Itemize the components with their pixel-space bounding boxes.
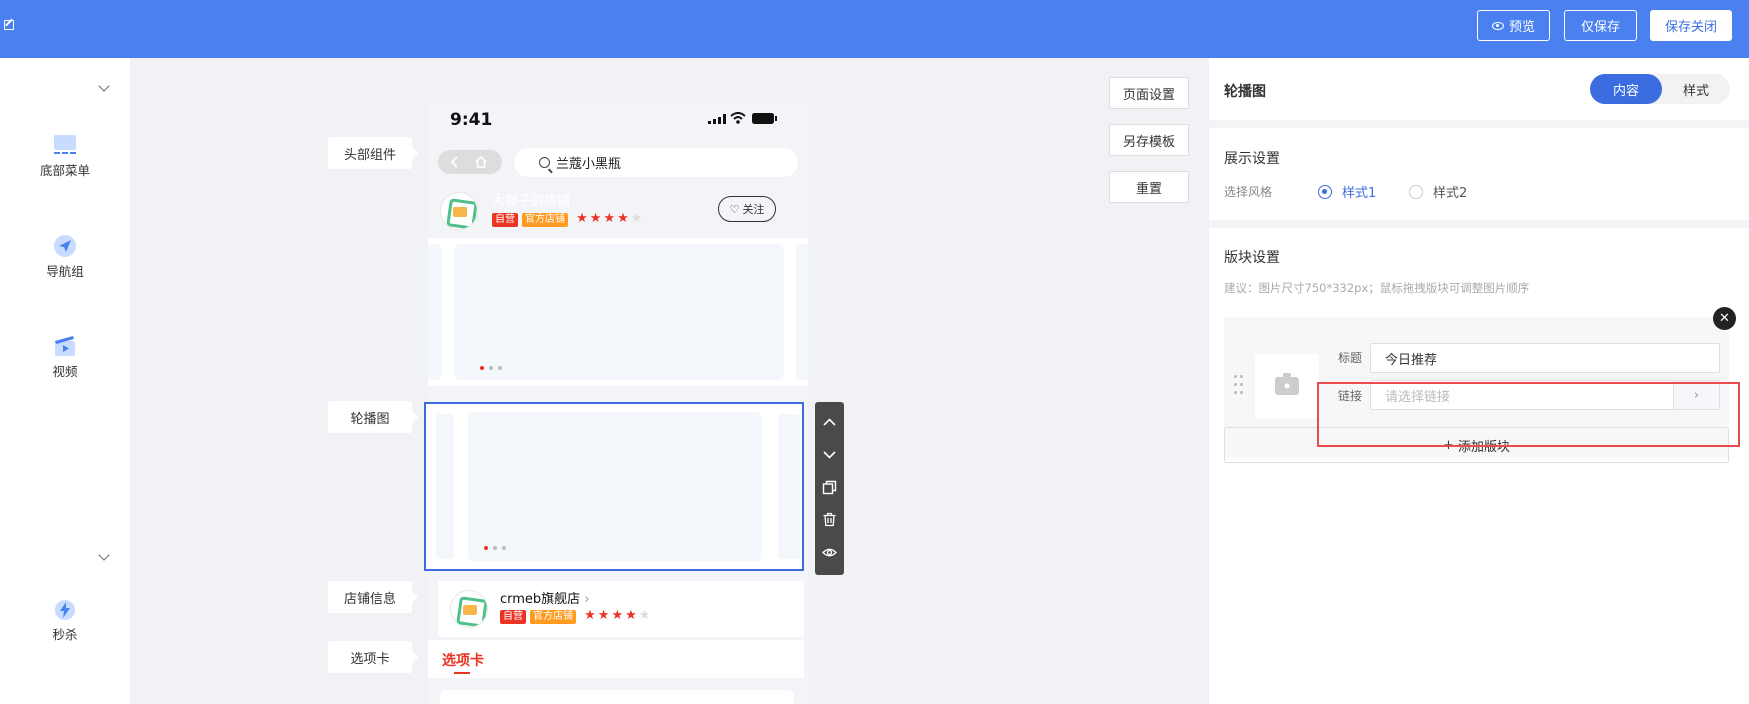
settings-panel: 轮播图 内容 样式 展示设置 选择风格 样式1 样式2 版块设置 建议：图片尺寸…: [1209, 58, 1749, 704]
style-2-label[interactable]: 样式2: [1433, 182, 1467, 201]
style-label: 选择风格: [1224, 185, 1273, 199]
carousel-dots: [484, 546, 506, 550]
heart-icon: ♡: [729, 202, 740, 216]
official-store-badge: 官方店铺: [522, 213, 568, 227]
block-settings-heading: 版块设置: [1224, 250, 1280, 266]
store-rating: ★★★★★: [576, 211, 644, 226]
back-icon[interactable]: [448, 155, 462, 169]
product-card: [440, 690, 794, 704]
label-tabs[interactable]: 选项卡: [328, 641, 418, 673]
sidebar-item-flash-sale[interactable]: 秒杀: [0, 598, 130, 643]
block-toolbar: [815, 402, 844, 575]
edit-icon[interactable]: [4, 20, 14, 30]
self-operated-badge: 自营: [500, 610, 526, 624]
header-banner: [428, 238, 808, 386]
style-2-radio[interactable]: [1409, 185, 1423, 199]
label-carousel[interactable]: 轮播图: [328, 401, 418, 433]
store-rating: ★★★★★: [584, 608, 652, 623]
banner-slide: [468, 412, 762, 561]
star-icon: ★: [576, 211, 590, 226]
follow-button[interactable]: ♡ 关注: [718, 196, 776, 222]
size-hint: 建议：图片尺寸750*332px；鼠标拖拽版块可调整图片顺序: [1224, 281, 1530, 295]
official-store-badge: 官方店铺: [530, 610, 576, 624]
chevron-down-icon[interactable]: [98, 80, 110, 92]
panel-title: 轮播图: [1224, 84, 1266, 100]
camera-icon: [1275, 373, 1299, 395]
store-logo: [450, 590, 488, 628]
banner-slide: [454, 244, 784, 380]
selected-carousel-block[interactable]: [424, 402, 804, 571]
status-time: 9:41: [450, 110, 493, 130]
search-icon: [539, 157, 550, 168]
star-icon: ★: [611, 608, 626, 623]
navigation-icon: [53, 235, 77, 257]
delete-icon[interactable]: [822, 512, 837, 527]
title-input[interactable]: 今日推荐: [1370, 343, 1720, 373]
copy-icon[interactable]: [822, 480, 837, 495]
label-header-component[interactable]: 头部组件: [328, 137, 418, 169]
component-sidebar: 底部菜单 导航组 视频 秒杀: [0, 58, 130, 704]
sidebar-item-navigation[interactable]: 导航组: [0, 235, 130, 280]
reset-button[interactable]: 重置: [1109, 171, 1189, 203]
star-icon: ★: [589, 211, 604, 226]
close-icon[interactable]: ✕: [1713, 307, 1736, 330]
style-1-label[interactable]: 样式1: [1342, 182, 1376, 201]
sidebar-item-label: 导航组: [46, 264, 84, 279]
save-only-button[interactable]: 仅保存: [1564, 10, 1637, 41]
chevron-down-icon[interactable]: [98, 549, 110, 561]
store-name: crmeb旗舰店: [500, 592, 581, 607]
sidebar-item-label: 视频: [52, 364, 78, 379]
top-bar: 预览 仅保存 保存关闭: [0, 0, 1749, 58]
tabs-block[interactable]: 选项卡: [428, 640, 804, 678]
home-icon[interactable]: [474, 155, 488, 169]
sidebar-item-label: 底部菜单: [39, 163, 90, 178]
sidebar-item-bottom-menu[interactable]: 底部菜单: [0, 134, 130, 179]
video-icon: [53, 335, 77, 357]
phone-preview: 9:41 兰蔻小黑瓶 大猴子的店铺 自营 官方店铺 ★★★★★ ♡ 关注 crmeb…: [428, 98, 808, 704]
highlight-box: [1317, 382, 1740, 447]
save-close-button[interactable]: 保存关闭: [1650, 10, 1732, 41]
drag-handle-icon[interactable]: [1234, 375, 1244, 397]
status-bar: 9:41: [428, 98, 808, 138]
eye-icon: [1491, 21, 1504, 30]
title-field-label: 标题: [1338, 351, 1363, 365]
self-operated-badge: 自营: [492, 213, 518, 227]
carousel-dots: [480, 366, 502, 370]
label-store-info[interactable]: 店铺信息: [328, 581, 418, 613]
star-icon: ★: [625, 608, 639, 623]
battery-icon: [752, 113, 777, 124]
tab-underline: [454, 672, 470, 674]
star-icon: ★: [630, 211, 645, 226]
search-text: 兰蔻小黑瓶: [556, 157, 622, 172]
move-down-icon[interactable]: [822, 447, 837, 462]
bottom-menu-icon: [53, 134, 77, 156]
sidebar-item-video[interactable]: 视频: [0, 335, 130, 380]
save-as-template-button[interactable]: 另存模板: [1109, 124, 1189, 156]
star-icon: ★: [617, 211, 631, 226]
flash-sale-icon: [53, 598, 77, 620]
tab-style[interactable]: 样式: [1662, 74, 1730, 104]
star-icon: ★: [597, 608, 612, 623]
header-store-row: 大猴子的店铺 自营 官方店铺 ★★★★★ ♡ 关注: [440, 190, 800, 236]
store-logo: [440, 192, 478, 230]
star-icon: ★: [638, 608, 653, 623]
preview-button[interactable]: 预览: [1477, 10, 1550, 41]
panel-tab-switch: 内容 样式: [1590, 74, 1730, 104]
signal-icon: [708, 114, 726, 124]
wifi-icon: [730, 112, 746, 124]
eye-icon[interactable]: [822, 545, 837, 560]
search-bar[interactable]: 兰蔻小黑瓶: [514, 148, 798, 177]
star-icon: ★: [603, 211, 618, 226]
tab-label[interactable]: 选项卡: [442, 650, 484, 670]
star-icon: ★: [584, 608, 598, 623]
page-settings-button[interactable]: 页面设置: [1109, 77, 1189, 109]
store-name: 大猴子的店铺: [492, 194, 571, 209]
move-up-icon[interactable]: [822, 415, 837, 430]
style-1-radio[interactable]: [1318, 185, 1332, 199]
store-info-row: crmeb旗舰店 › 自营 官方店铺 ★★★★★: [450, 588, 808, 634]
tab-content[interactable]: 内容: [1590, 74, 1662, 104]
sidebar-item-label: 秒杀: [52, 627, 78, 642]
display-settings-heading: 展示设置: [1224, 151, 1280, 167]
image-upload[interactable]: [1255, 354, 1319, 418]
